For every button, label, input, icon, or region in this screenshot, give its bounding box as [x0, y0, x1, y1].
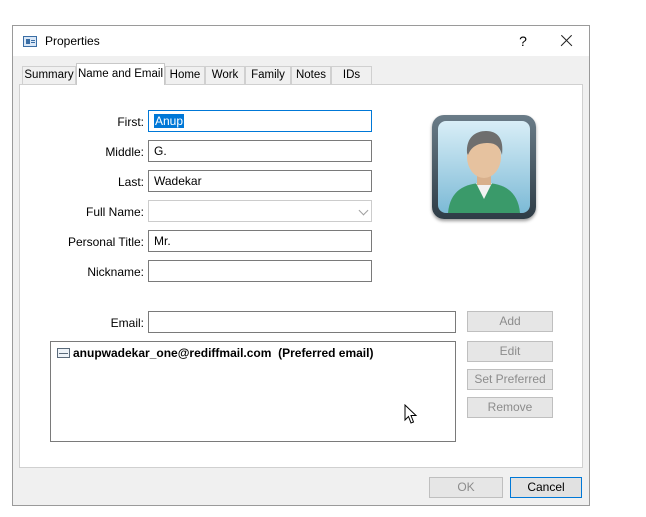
personal-title-label: Personal Title: [67, 235, 144, 249]
middle-name-field[interactable]: G. [148, 140, 372, 162]
full-name-dropdown[interactable] [148, 200, 372, 222]
tab-name-and-email[interactable]: Name and Email [76, 63, 165, 85]
nickname-field[interactable] [148, 260, 372, 282]
last-name-label: Last: [117, 175, 144, 189]
tab-notes[interactable]: Notes [291, 66, 331, 84]
personal-title-field[interactable]: Mr. [148, 230, 372, 252]
email-card-icon [57, 348, 70, 358]
list-item[interactable]: anupwadekar_one@rediffmail.com (Preferre… [57, 346, 373, 360]
email-list[interactable]: anupwadekar_one@rediffmail.com (Preferre… [50, 341, 456, 442]
title-bar: Properties ? [13, 26, 589, 56]
tab-home[interactable]: Home [165, 66, 205, 84]
help-button[interactable]: ? [513, 30, 533, 52]
last-name-field[interactable]: Wadekar [148, 170, 372, 192]
add-email-button[interactable]: Add [467, 311, 553, 332]
set-preferred-button[interactable]: Set Preferred [467, 369, 553, 390]
full-name-label: Full Name: [85, 205, 144, 219]
first-name-field[interactable]: Anup [148, 110, 372, 132]
avatar [438, 121, 530, 213]
window-title: Properties [45, 34, 100, 48]
close-button[interactable] [553, 29, 581, 53]
tab-ids[interactable]: IDs [331, 66, 372, 84]
name-and-email-panel: First: Anup Middle: G. Last: Wadekar Ful… [19, 84, 583, 468]
mouse-cursor-icon [404, 404, 418, 424]
nickname-label: Nickname: [87, 265, 144, 279]
cancel-button[interactable]: Cancel [510, 477, 582, 498]
contact-picture-button[interactable] [432, 115, 536, 219]
contact-card-icon [23, 36, 37, 47]
properties-dialog: Properties ? Summary Name and Email Home… [12, 25, 590, 506]
tab-summary[interactable]: Summary [22, 66, 76, 84]
tab-work[interactable]: Work [205, 66, 245, 84]
middle-name-label: Middle: [105, 145, 144, 159]
email-input[interactable] [148, 311, 456, 333]
ok-button[interactable]: OK [429, 477, 503, 498]
email-label: Email: [110, 316, 144, 330]
remove-email-button[interactable]: Remove [467, 397, 553, 418]
first-name-label: First: [117, 115, 144, 129]
person-icon [448, 131, 520, 213]
edit-email-button[interactable]: Edit [467, 341, 553, 362]
tab-family[interactable]: Family [245, 66, 291, 84]
chevron-down-icon [358, 205, 369, 216]
